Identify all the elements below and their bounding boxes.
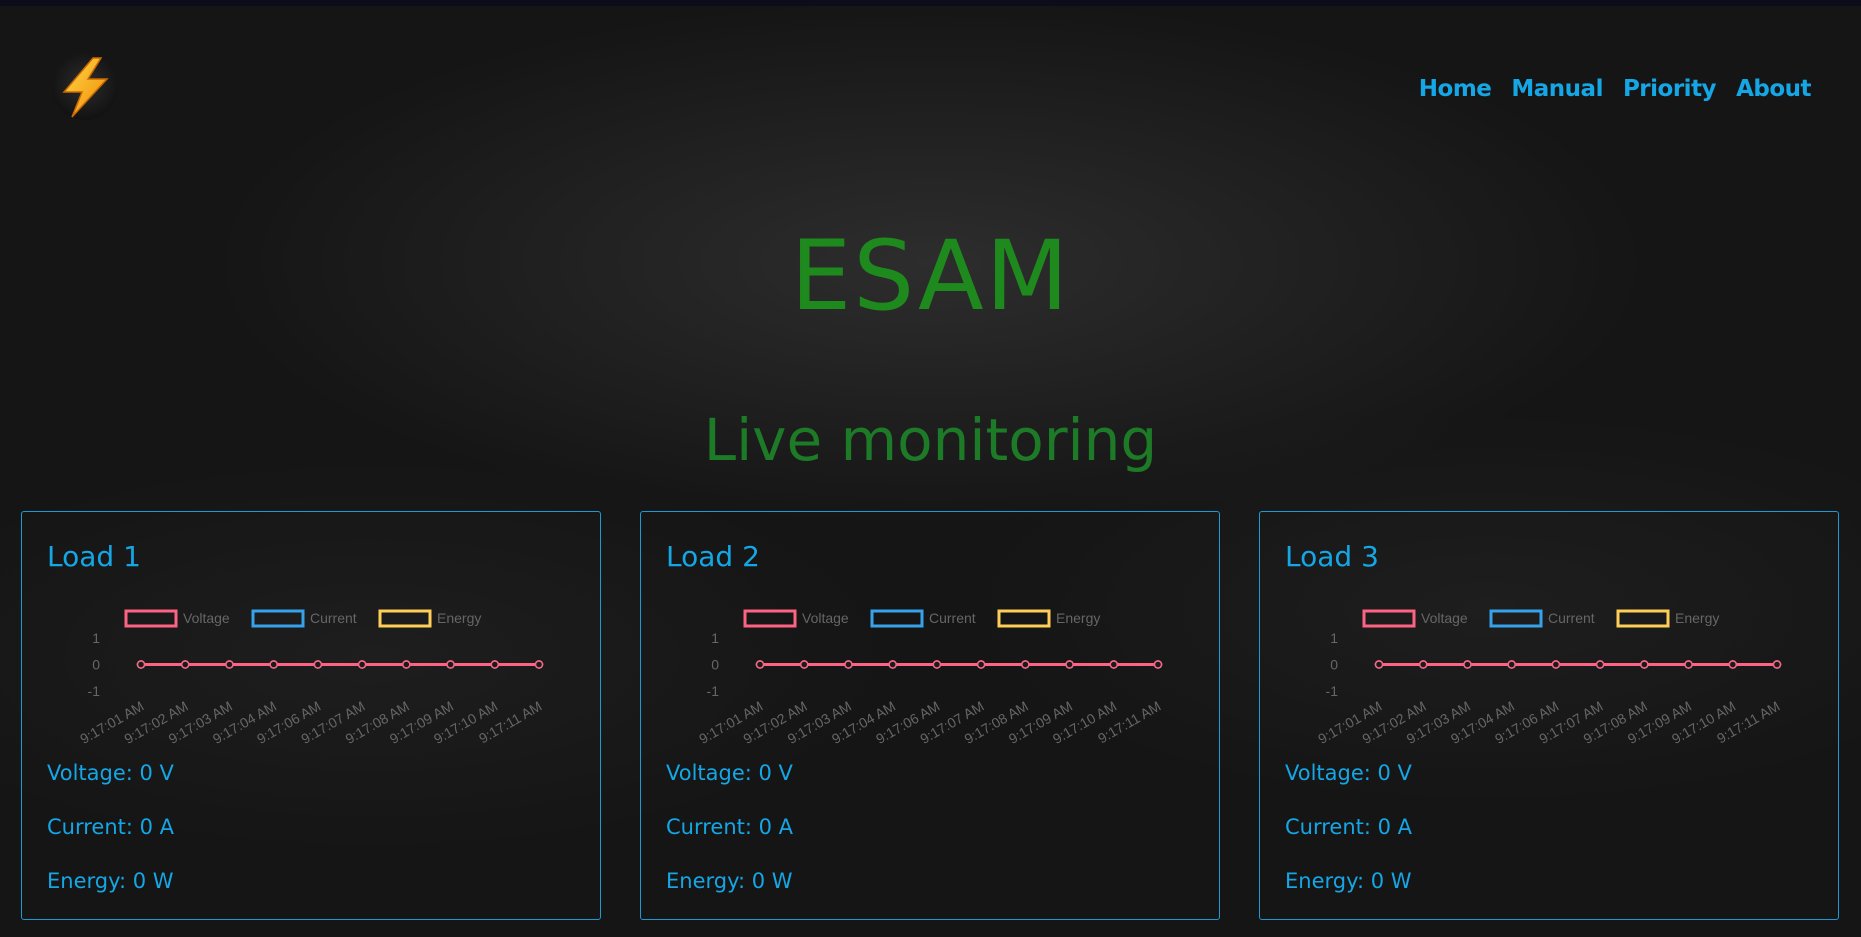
- current-reading: Current: 0 A: [1285, 815, 1413, 839]
- y-tick-label: 0: [92, 657, 100, 673]
- legend-label: Current: [310, 610, 357, 626]
- y-tick-label: 0: [1330, 657, 1338, 673]
- load-card-3: Load 3 Voltage Current Energy 1 0 -1 9:17:01 A…: [1259, 511, 1839, 920]
- legend-swatch: [997, 609, 1051, 628]
- data-point-voltage[interactable]: [313, 660, 323, 669]
- data-point-voltage[interactable]: [446, 660, 455, 669]
- nav-priority[interactable]: Priority: [1623, 76, 1717, 102]
- load-title: Load 2: [666, 540, 760, 573]
- legend-label: Current: [929, 610, 976, 626]
- y-tick-label: -1: [707, 683, 720, 699]
- data-point-voltage[interactable]: [1684, 660, 1693, 669]
- data-point-voltage[interactable]: [888, 660, 897, 669]
- nav-home[interactable]: Home: [1419, 76, 1492, 102]
- legend-item-current[interactable]: Current: [1489, 609, 1595, 628]
- legend-label: Voltage: [802, 610, 849, 626]
- nav-about[interactable]: About: [1736, 76, 1811, 102]
- legend-swatch: [1489, 609, 1543, 628]
- load-chart: Voltage Current Energy10-19:17:01 AM9:17:0…: [77, 609, 545, 747]
- legend-item-voltage[interactable]: Voltage: [743, 609, 849, 628]
- legend-item-energy[interactable]: Energy: [378, 609, 481, 628]
- legend-item-energy[interactable]: Energy: [997, 609, 1100, 628]
- voltage-reading: Voltage: 0 V: [47, 761, 174, 785]
- logo[interactable]: [52, 54, 118, 120]
- legend-label: Energy: [1675, 610, 1719, 626]
- nav-manual[interactable]: Manual: [1511, 76, 1603, 102]
- data-point-voltage[interactable]: [357, 660, 367, 669]
- load-card-1: Load 1 Voltage Current Energy 1 0 -1 9:17:01 A…: [21, 511, 601, 920]
- legend-label: Energy: [1056, 610, 1100, 626]
- energy-reading: Energy: 0 W: [1285, 869, 1412, 893]
- data-point-voltage[interactable]: [1374, 660, 1384, 669]
- y-tick-label: 1: [92, 630, 100, 646]
- data-point-voltage[interactable]: [799, 660, 809, 669]
- data-point-voltage[interactable]: [1772, 660, 1782, 669]
- legend-item-energy[interactable]: Energy: [1616, 609, 1719, 628]
- page-subtitle: Live monitoring: [703, 406, 1158, 474]
- top-border: [0, 0, 1861, 6]
- legend-label: Current: [1548, 610, 1595, 626]
- legend-label: Voltage: [183, 610, 230, 626]
- data-point-voltage[interactable]: [1153, 660, 1163, 669]
- load-title: Load 3: [1285, 540, 1379, 573]
- legend-swatch: [743, 609, 797, 628]
- energy-reading: Energy: 0 W: [47, 869, 174, 893]
- y-tick-label: -1: [88, 683, 101, 699]
- voltage-reading: Voltage: 0 V: [1285, 761, 1412, 785]
- legend-swatch: [1616, 609, 1670, 628]
- current-reading: Current: 0 A: [666, 815, 794, 839]
- data-point-voltage[interactable]: [1418, 660, 1428, 669]
- load-title: Load 1: [47, 540, 141, 573]
- data-point-voltage[interactable]: [1595, 660, 1605, 669]
- data-point-voltage[interactable]: [269, 660, 278, 669]
- legend-swatch: [870, 609, 924, 628]
- legend-item-current[interactable]: Current: [251, 609, 357, 628]
- load-chart: Voltage Current Energy10-19:17:01 AM9:17:0…: [1315, 609, 1783, 747]
- data-point-voltage[interactable]: [976, 660, 986, 669]
- data-point-voltage[interactable]: [844, 660, 853, 669]
- legend-swatch: [378, 609, 432, 628]
- y-tick-label: 1: [711, 630, 719, 646]
- legend-swatch: [124, 609, 178, 628]
- data-point-voltage[interactable]: [1728, 660, 1738, 669]
- page-title: ESAM: [790, 220, 1071, 332]
- data-point-voltage[interactable]: [180, 660, 190, 669]
- load-chart: Voltage Current Energy10-19:17:01 AM9:17:0…: [696, 609, 1164, 747]
- data-point-voltage[interactable]: [1109, 660, 1119, 669]
- data-point-voltage[interactable]: [932, 660, 942, 669]
- data-point-voltage[interactable]: [402, 660, 411, 669]
- data-point-voltage[interactable]: [225, 660, 234, 669]
- current-reading: Current: 0 A: [47, 815, 175, 839]
- data-point-voltage[interactable]: [1507, 660, 1516, 669]
- lightning-bolt-icon: [62, 57, 109, 118]
- y-tick-label: 0: [711, 657, 719, 673]
- legend-item-voltage[interactable]: Voltage: [124, 609, 230, 628]
- data-point-voltage[interactable]: [136, 660, 146, 669]
- data-point-voltage[interactable]: [755, 660, 765, 669]
- main-nav: Home Manual Priority About: [1419, 76, 1812, 102]
- legend-item-current[interactable]: Current: [870, 609, 976, 628]
- y-tick-label: -1: [1326, 683, 1339, 699]
- data-point-voltage[interactable]: [534, 660, 544, 669]
- y-tick-label: 1: [1330, 630, 1338, 646]
- legend-label: Energy: [437, 610, 481, 626]
- legend-item-voltage[interactable]: Voltage: [1362, 609, 1468, 628]
- data-point-voltage[interactable]: [1640, 660, 1649, 669]
- legend-swatch: [1362, 609, 1416, 628]
- data-point-voltage[interactable]: [1021, 660, 1030, 669]
- data-point-voltage[interactable]: [1551, 660, 1561, 669]
- data-point-voltage[interactable]: [490, 660, 500, 669]
- load-card-2: Load 2 Voltage Current Energy 1 0 -1 9:17:01 A…: [640, 511, 1220, 920]
- legend-swatch: [251, 609, 305, 628]
- energy-reading: Energy: 0 W: [666, 869, 793, 893]
- voltage-reading: Voltage: 0 V: [666, 761, 793, 785]
- legend-label: Voltage: [1421, 610, 1468, 626]
- data-point-voltage[interactable]: [1463, 660, 1472, 669]
- data-point-voltage[interactable]: [1065, 660, 1074, 669]
